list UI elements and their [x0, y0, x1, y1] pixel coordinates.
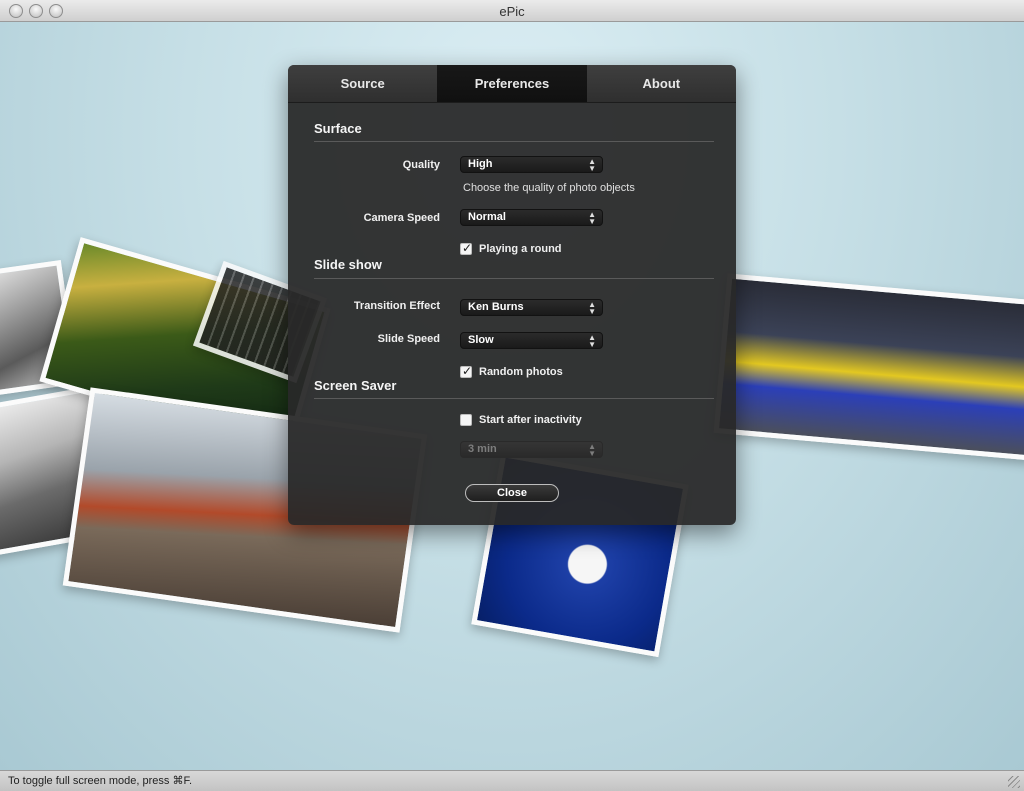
status-text: To toggle full screen mode, press ⌘F.: [8, 775, 193, 787]
tab-preferences[interactable]: Preferences: [437, 65, 587, 102]
divider: [314, 141, 714, 142]
tab-bar: Source Preferences About: [288, 65, 736, 103]
quality-select[interactable]: High ▲ ▼: [460, 156, 603, 173]
slide-speed-select-value: Slow: [468, 334, 494, 346]
slide-speed-select[interactable]: Slow ▲ ▼: [460, 332, 603, 349]
random-photos-checkbox[interactable]: Random photos: [460, 364, 563, 379]
transition-effect-label: Transition Effect: [353, 300, 440, 312]
inactivity-delay-value: 3 min: [468, 443, 497, 455]
quality-label: Quality: [402, 159, 440, 171]
checkmark-icon[interactable]: [460, 364, 472, 378]
transition-effect-select[interactable]: Ken Burns ▲ ▼: [460, 299, 603, 316]
camera-speed-select[interactable]: Normal ▲ ▼: [460, 209, 603, 226]
tab-about[interactable]: About: [587, 65, 736, 102]
close-button[interactable]: Close: [465, 484, 559, 502]
divider: [314, 398, 714, 399]
slideshow-section-title: Slide show: [314, 257, 382, 272]
checkbox-empty-icon[interactable]: [460, 414, 472, 426]
playing-round-label: Playing a round: [479, 243, 562, 255]
select-arrows-icon: ▲ ▼: [588, 157, 596, 173]
status-bar: To toggle full screen mode, press ⌘F.: [0, 770, 1024, 791]
transition-effect-select-value: Ken Burns: [468, 301, 524, 313]
select-arrows-icon: ▲ ▼: [588, 442, 596, 458]
checkmark-icon[interactable]: [460, 241, 472, 255]
playing-round-checkbox[interactable]: Playing a round: [460, 241, 562, 256]
title-bar: ePic: [0, 0, 1024, 22]
window-title: ePic: [499, 4, 525, 19]
quality-hint: Choose the quality of photo objects: [463, 182, 635, 194]
divider: [314, 278, 714, 279]
random-photos-label: Random photos: [479, 366, 563, 378]
screensaver-section-title: Screen Saver: [314, 378, 397, 393]
select-arrows-icon: ▲ ▼: [588, 300, 596, 316]
quality-select-value: High: [468, 158, 493, 170]
photo-cars[interactable]: [713, 273, 1024, 461]
slide-speed-label: Slide Speed: [377, 333, 440, 345]
start-inactivity-label: Start after inactivity: [479, 414, 582, 426]
preferences-panel: Source Preferences About Surface Quality…: [288, 65, 736, 525]
select-arrows-icon: ▲ ▼: [588, 333, 596, 349]
tab-source[interactable]: Source: [288, 65, 437, 102]
resize-grip-icon[interactable]: [1008, 776, 1020, 788]
camera-speed-select-value: Normal: [468, 211, 506, 223]
inactivity-delay-select: 3 min ▲ ▼: [460, 441, 603, 458]
start-inactivity-checkbox[interactable]: Start after inactivity: [460, 413, 582, 427]
select-arrows-icon: ▲ ▼: [588, 210, 596, 226]
surface-section-title: Surface: [314, 121, 362, 136]
camera-speed-label: Camera Speed: [363, 212, 440, 224]
